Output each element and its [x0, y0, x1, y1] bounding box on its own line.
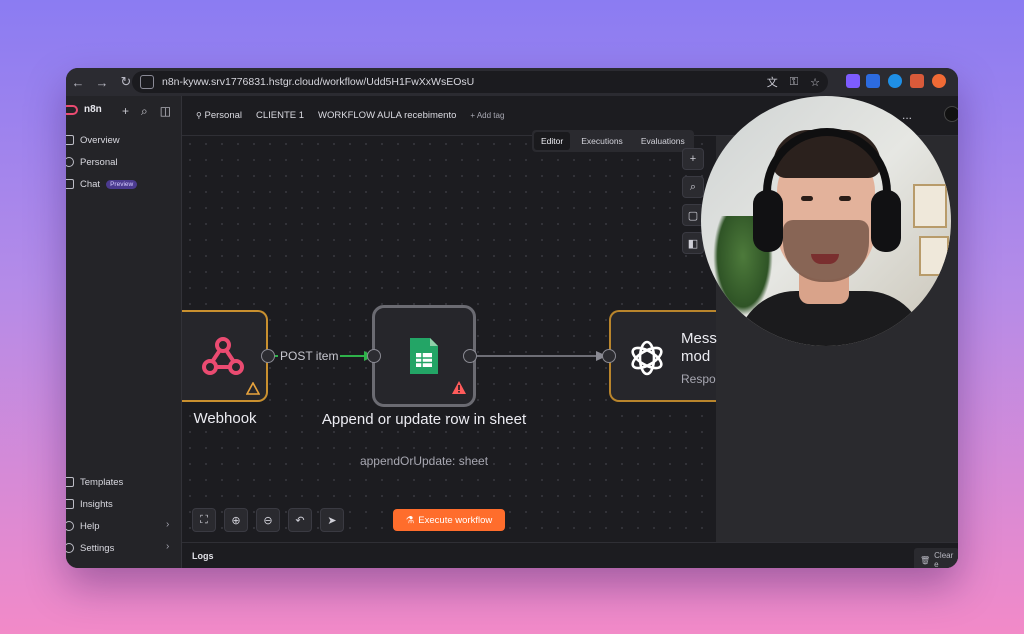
clear-execution-button[interactable]: 🗑 Clear e	[914, 548, 958, 568]
node-label: Append or update row in sheet	[321, 411, 527, 428]
webcam-overlay	[701, 96, 951, 346]
google-sheets-node[interactable]	[372, 305, 476, 407]
logs-label: Logs	[192, 551, 214, 561]
message-input-port[interactable]	[602, 349, 616, 363]
node-subtitle: Respo	[681, 372, 716, 386]
execute-workflow-label: Execute workflow	[418, 514, 493, 526]
node-subtitle: appendOrUpdate: sheet	[359, 454, 489, 468]
headphones-earcup	[753, 190, 783, 252]
node-label-line2: mod	[681, 348, 711, 365]
undo-icon[interactable]: ↶	[288, 508, 312, 532]
headphones-earcup	[871, 190, 901, 252]
webhook-output-port[interactable]	[261, 349, 275, 363]
person-beard	[783, 220, 869, 282]
wall-picture	[913, 184, 947, 228]
headphones-band	[763, 128, 891, 198]
wall-picture	[919, 236, 949, 276]
pointer-tool-icon[interactable]: ➤	[320, 508, 344, 532]
fit-view-icon[interactable]: ⛶	[192, 508, 216, 532]
webhook-icon	[202, 337, 244, 375]
message-model-node[interactable]: Mess mod Respo	[609, 310, 717, 402]
sheet-output-port[interactable]	[463, 349, 477, 363]
logs-panel[interactable]: Logs 🗑 Clear e	[182, 542, 958, 568]
warning-icon	[246, 382, 260, 395]
execute-workflow-button[interactable]: ⚗ Execute workflow	[393, 509, 505, 531]
webhook-node[interactable]	[182, 310, 268, 402]
node-label: Mess mod	[681, 330, 717, 366]
clear-label: Clear e	[934, 551, 954, 568]
zoom-controls: ⛶ ⊕ ⊖ ↶ ➤	[192, 508, 344, 532]
zoom-in-icon[interactable]: ⊕	[224, 508, 248, 532]
node-label: Webhook	[193, 410, 257, 427]
flask-icon: ⚗	[405, 514, 415, 526]
node-label-line1: Mess	[681, 330, 717, 347]
zoom-out-icon[interactable]: ⊖	[256, 508, 280, 532]
google-sheets-icon	[410, 338, 438, 374]
trash-icon: 🗑	[920, 555, 931, 565]
error-icon	[452, 381, 466, 394]
openai-icon	[631, 340, 663, 376]
sheet-input-port[interactable]	[367, 349, 381, 363]
edge-label: POST item	[278, 349, 341, 363]
